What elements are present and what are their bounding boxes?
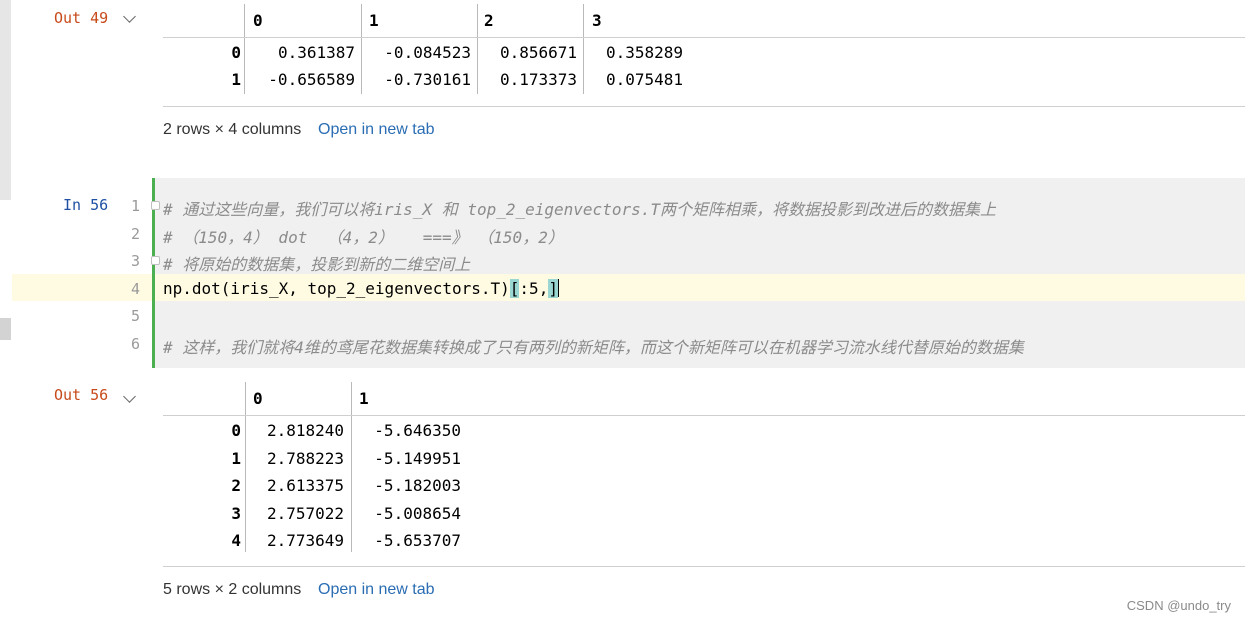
line-number: 2 bbox=[130, 225, 140, 243]
bracket-highlight: [ bbox=[509, 279, 520, 298]
table-cell: 2.613375 bbox=[266, 476, 344, 495]
row-index: 1 bbox=[231, 70, 241, 89]
collapse-chevron-down-icon[interactable] bbox=[123, 10, 136, 23]
bracket-highlight: ] bbox=[548, 279, 558, 298]
row-index: 3 bbox=[231, 504, 241, 523]
table-cell: -0.084523 bbox=[384, 43, 471, 62]
column-header[interactable]: 2 bbox=[484, 11, 494, 30]
left-scrollbar-thumb[interactable] bbox=[0, 318, 11, 340]
out-56-prompt: Out 56 bbox=[54, 386, 109, 404]
column-header[interactable]: 0 bbox=[253, 389, 263, 408]
table-cell: -5.182003 bbox=[374, 476, 461, 495]
text-caret bbox=[557, 279, 559, 297]
fold-marker-icon[interactable] bbox=[151, 256, 160, 265]
left-scrollbar-track[interactable] bbox=[0, 0, 11, 200]
open-in-new-tab-link[interactable]: Open in new tab bbox=[318, 581, 435, 599]
code-line-4[interactable]: np.dot(iris_X, top_2_eigenvectors.T)[:5,… bbox=[163, 279, 559, 298]
line-number: 4 bbox=[130, 280, 140, 298]
line-number: 5 bbox=[130, 307, 140, 325]
open-in-new-tab-link[interactable]: Open in new tab bbox=[318, 121, 435, 139]
table-cell: 0.361387 bbox=[277, 43, 355, 62]
table-cell: 0.358289 bbox=[605, 43, 683, 62]
code-line-2[interactable]: # （150，4） dot （4，2） ===》 （150，2） bbox=[163, 224, 564, 248]
table-cell: -0.656589 bbox=[268, 70, 355, 89]
table-cell: 0.173373 bbox=[499, 70, 577, 89]
table-cell: -0.730161 bbox=[384, 70, 471, 89]
code-line-3[interactable]: # 将原始的数据集，投影到新的二维空间上 bbox=[163, 251, 470, 275]
column-header[interactable]: 3 bbox=[592, 11, 602, 30]
code-expression: np.dot(iris_X, top_2_eigenvectors.T) bbox=[163, 279, 510, 298]
table-cell: 0.075481 bbox=[605, 70, 683, 89]
watermark: CSDN @undo_try bbox=[1126, 598, 1231, 613]
code-line-6[interactable]: # 这样，我们就将4维的鸢尾花数据集转换成了只有两列的新矩阵，而这个新矩阵可以在… bbox=[163, 334, 1024, 358]
table-shape-text: 5 rows × 2 columns bbox=[163, 581, 302, 598]
row-index: 2 bbox=[231, 476, 241, 495]
table-cell: 2.757022 bbox=[266, 504, 344, 523]
table-cell: -5.646350 bbox=[374, 421, 461, 440]
in-56-prompt: In 56 bbox=[63, 196, 109, 214]
table-cell: 0.856671 bbox=[499, 43, 577, 62]
column-header[interactable]: 1 bbox=[369, 11, 379, 30]
table-shape-text: 2 rows × 4 columns bbox=[163, 121, 302, 138]
row-index: 4 bbox=[231, 531, 241, 550]
fold-marker-icon[interactable] bbox=[151, 201, 160, 210]
column-header[interactable]: 0 bbox=[253, 11, 263, 30]
table-cell: -5.653707 bbox=[374, 531, 461, 550]
line-number: 3 bbox=[130, 252, 140, 270]
table-cell: -5.008654 bbox=[374, 504, 461, 523]
code-line-1[interactable]: # 通过这些向量，我们可以将iris_X 和 top_2_eigenvector… bbox=[163, 196, 996, 220]
table-cell: 2.773649 bbox=[266, 531, 344, 550]
line-number: 1 bbox=[130, 197, 140, 215]
column-header[interactable]: 1 bbox=[359, 389, 369, 408]
slice-text: :5, bbox=[519, 279, 549, 298]
line-number: 6 bbox=[130, 335, 140, 353]
row-index: 0 bbox=[231, 43, 241, 62]
table-cell: 2.818240 bbox=[266, 421, 344, 440]
row-index: 0 bbox=[231, 421, 241, 440]
row-index: 1 bbox=[231, 449, 241, 468]
collapse-chevron-down-icon[interactable] bbox=[123, 390, 136, 403]
table-cell: 2.788223 bbox=[266, 449, 344, 468]
out-49-prompt: Out 49 bbox=[54, 9, 109, 27]
table-cell: -5.149951 bbox=[374, 449, 461, 468]
